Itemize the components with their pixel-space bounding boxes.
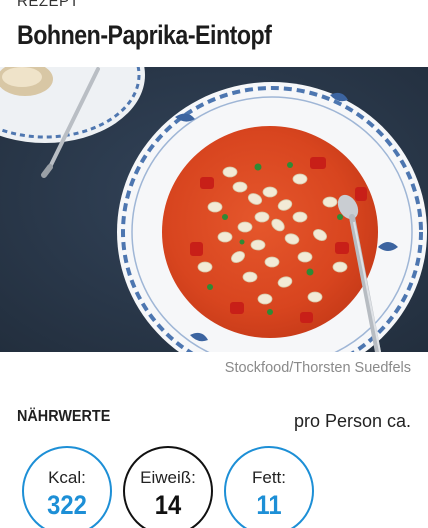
- protein-label: Eiweiß:: [140, 468, 196, 487]
- recipe-title: Bohnen-Paprika-Eintopf: [17, 20, 272, 50]
- photo-credit: Stockfood/Thorsten Suedfels: [224, 360, 411, 376]
- protein-value: 14: [154, 490, 182, 520]
- recipe-photo: [0, 67, 428, 352]
- nutrition-heading: NÄHRWERTE: [17, 408, 111, 425]
- fat-label: Fett:: [251, 468, 286, 487]
- per-person-label: pro Person ca.: [293, 411, 411, 431]
- kcal-label: Kcal:: [48, 468, 86, 487]
- fat-value: 11: [256, 490, 282, 520]
- section-kicker: REZEPT: [17, 0, 80, 10]
- kcal-value: 322: [47, 490, 87, 520]
- kcal-badge: Kcal: 322: [22, 446, 112, 528]
- protein-badge: Eiweiß: 14: [123, 446, 213, 528]
- fat-badge: Fett: 11: [224, 446, 314, 528]
